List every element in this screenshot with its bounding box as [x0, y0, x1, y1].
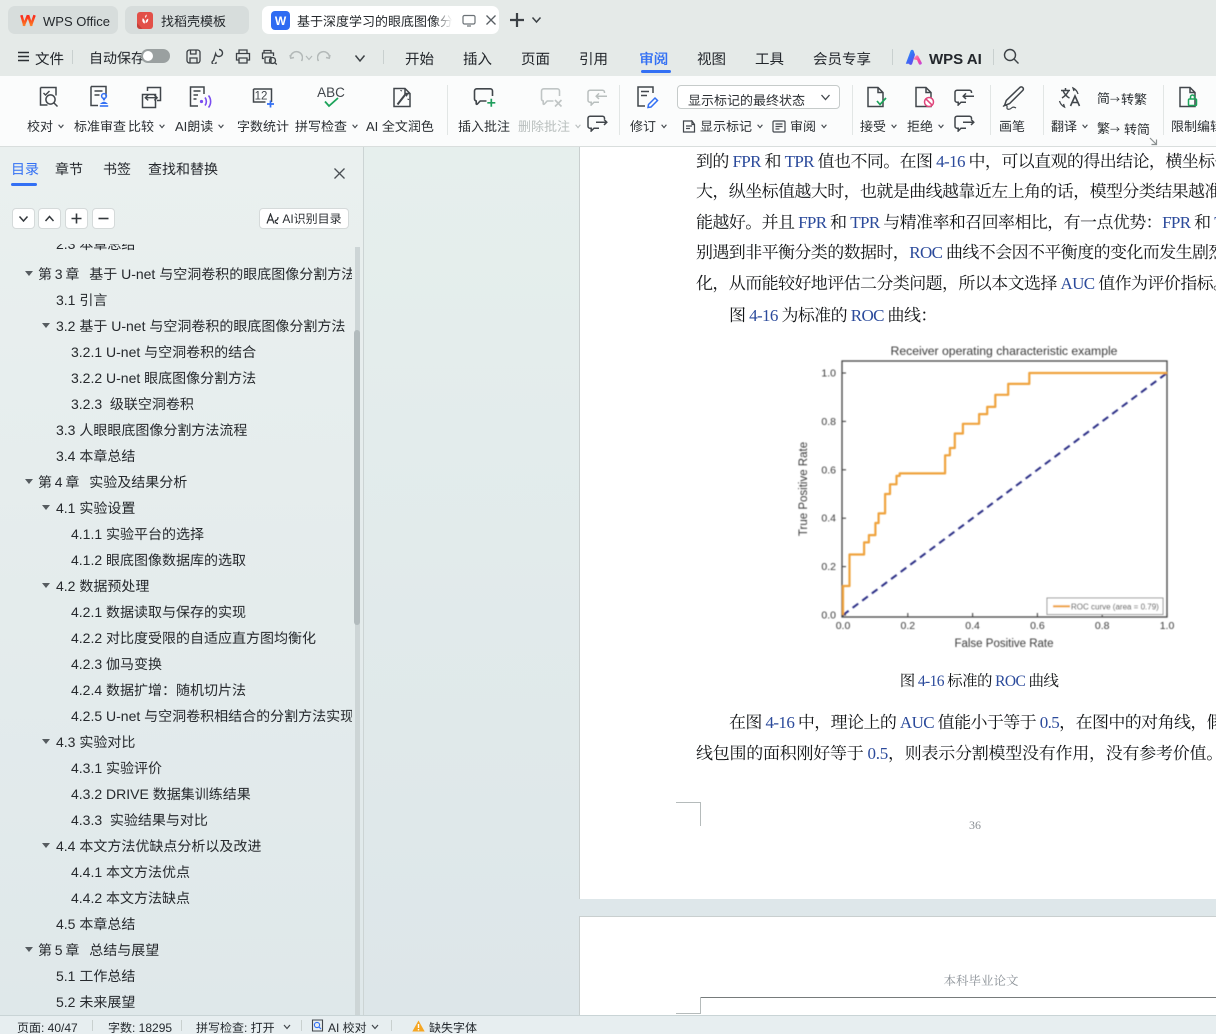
svg-text:0.4: 0.4 — [821, 513, 836, 525]
svg-text:1.0: 1.0 — [821, 368, 836, 380]
svg-text:W: W — [275, 14, 287, 28]
svg-text:0.0: 0.0 — [836, 620, 851, 632]
svg-text:1.0: 1.0 — [1160, 620, 1175, 632]
svg-text:12: 12 — [255, 91, 268, 103]
svg-text:0.6: 0.6 — [1030, 620, 1045, 632]
svg-text:0.8: 0.8 — [821, 416, 836, 428]
svg-text:0.2: 0.2 — [821, 561, 836, 573]
svg-text:True Positive Rate: True Positive Rate — [798, 442, 810, 536]
svg-text:Receiver operating characteris: Receiver operating characteristic exampl… — [891, 344, 1118, 358]
svg-text:ROC curve (area = 0.79): ROC curve (area = 0.79) — [1071, 602, 1159, 611]
svg-text:ABC: ABC — [317, 85, 345, 100]
svg-text:0.2: 0.2 — [900, 620, 915, 632]
svg-text:0.0: 0.0 — [821, 610, 836, 622]
svg-text:0.6: 0.6 — [821, 464, 836, 476]
svg-text:0.4: 0.4 — [965, 620, 980, 632]
svg-text:False Positive Rate: False Positive Rate — [954, 638, 1053, 650]
svg-text:0.8: 0.8 — [1095, 620, 1110, 632]
